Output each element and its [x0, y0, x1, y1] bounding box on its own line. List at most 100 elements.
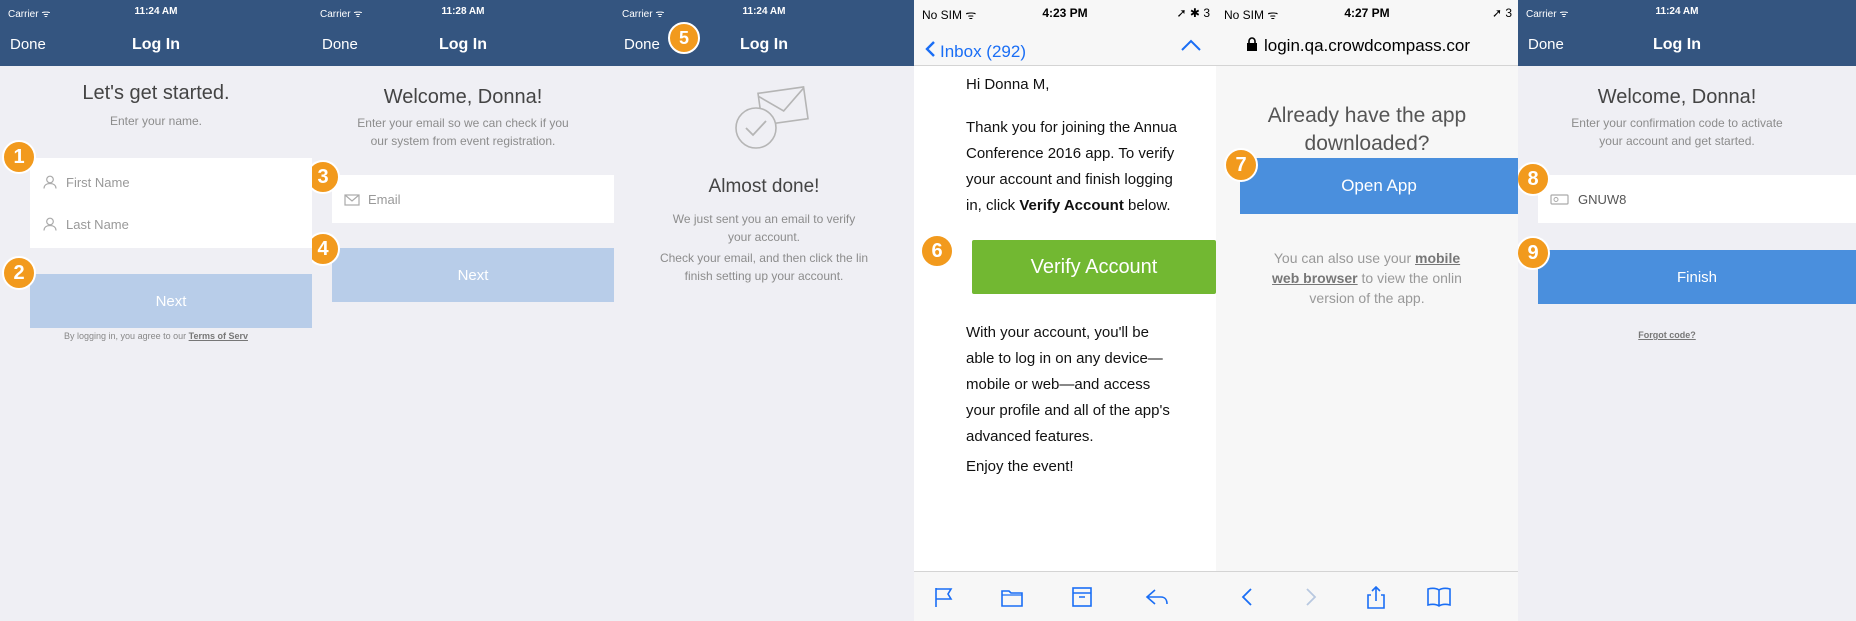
bookmarks-icon[interactable]	[1426, 586, 1451, 608]
step-badge-6: 6	[920, 234, 954, 268]
page-heading: Let's get started.	[82, 82, 230, 104]
mail-line: advanced features.	[966, 428, 1094, 445]
terms-link[interactable]: Terms of Serv	[189, 331, 248, 341]
person-icon	[42, 175, 58, 189]
mail-text: below.	[1123, 197, 1171, 214]
status-bar: Carrier ᯤ 11:24 AM	[0, 6, 312, 20]
app-navigation-bar: Carrier ᯤ 11:28 AM Done Log In	[312, 0, 614, 66]
screen-open-app: No SIM ᯤ 4:27 PM ➚ 3 login.qa.crowdcompa…	[1216, 0, 1518, 621]
nav-title: Log In	[132, 36, 180, 53]
envelope-check-icon	[732, 84, 812, 154]
browser-text: to view the onlin	[1357, 270, 1462, 286]
envelope-icon	[344, 192, 360, 206]
message-line4: finish setting up your account.	[684, 269, 844, 283]
browser-text: You can also use your	[1273, 250, 1415, 266]
chevron-up-icon[interactable]	[1180, 36, 1202, 57]
mobile-web-link[interactable]: web browser	[1272, 270, 1358, 286]
nav-title: Log In	[1653, 36, 1701, 53]
status-bar: Carrier ᯤ 11:24 AM	[614, 6, 914, 20]
flag-icon[interactable]	[932, 586, 956, 608]
browser-text-line2: web browser to view the onlin	[1216, 268, 1518, 288]
screen-confirmation-code: Carrier ᯤ 11:24 AM Done Log In Welcome, …	[1518, 0, 1856, 621]
folder-icon[interactable]	[1000, 586, 1024, 608]
step-badge-7: 7	[1224, 148, 1258, 182]
app-navigation-bar: Carrier ᯤ 11:24 AM Done Log In	[614, 0, 914, 66]
step-badge-1: 1	[2, 140, 36, 174]
inbox-back-button[interactable]: Inbox (292)	[924, 40, 1026, 63]
mail-paragraph-1: Thank you for joining the Annua Conferen…	[966, 115, 1216, 219]
ticket-icon	[1550, 192, 1570, 206]
share-icon[interactable]	[1364, 585, 1388, 609]
mail-text: in, click	[966, 197, 1020, 214]
mail-paragraph-2: With your account, you'll be able to log…	[966, 320, 1216, 450]
mail-line: in, click Verify Account below.	[966, 193, 1216, 219]
confirmation-code-value: GNUW8	[1578, 191, 1627, 207]
url-text: login.qa.crowdcompass.cor	[1264, 36, 1470, 55]
status-time: 11:24 AM	[1655, 6, 1699, 17]
back-icon[interactable]	[1236, 586, 1260, 608]
nav-title: Log In	[439, 36, 487, 53]
page-heading: Welcome, Donna!	[383, 86, 543, 108]
status-time: 11:24 AM	[742, 6, 786, 17]
next-button[interactable]: Next	[30, 274, 312, 328]
forgot-code-wrapper: Forgot code?	[1518, 330, 1836, 340]
status-bar: Carrier ᯤ 11:24 AM	[1518, 6, 1856, 20]
browser-text-line3: version of the app.	[1309, 290, 1425, 306]
status-time: 4:27 PM	[1344, 6, 1390, 20]
mail-bold-text: Verify Account	[1019, 197, 1124, 214]
next-button[interactable]: Next	[332, 248, 614, 302]
page-subtitle-line1: Enter your email so we can check if you	[357, 116, 569, 130]
status-time: 11:24 AM	[134, 6, 178, 17]
screen-enter-name: Carrier ᯤ 11:24 AM Done Log In Let's get…	[0, 0, 312, 621]
reply-icon[interactable]	[1144, 586, 1168, 608]
mail-closing: Enjoy the event!	[966, 458, 1074, 475]
lock-icon	[1246, 36, 1258, 56]
status-indicators: ➚ ✱ 3	[1176, 6, 1210, 20]
step-badge-2: 2	[2, 256, 36, 290]
legal-text: By logging in, you agree to our Terms of…	[0, 331, 312, 341]
page-subtitle-line2: your account and get started.	[1599, 134, 1755, 148]
app-navigation-bar: Carrier ᯤ 11:24 AM Done Log In	[1518, 0, 1856, 66]
email-field[interactable]: Email	[332, 175, 614, 223]
person-icon	[42, 217, 58, 231]
message-line2: your account.	[727, 230, 801, 244]
verify-account-button[interactable]: Verify Account	[972, 240, 1216, 294]
screen-enter-email: Carrier ᯤ 11:28 AM Done Log In Welcome, …	[312, 0, 614, 621]
mail-line: your account and finish logging	[966, 171, 1173, 188]
mail-line: able to log in on any device—	[966, 350, 1163, 367]
screen-mail-verify: No SIM ᯤ 4:23 PM ➚ ✱ 3 Inbox (292) Hi Do…	[914, 0, 1216, 621]
page-subtitle-line2: our system from event registration.	[370, 134, 556, 148]
screen-almost-done: Carrier ᯤ 11:24 AM Done Log In 5 Almost …	[614, 0, 914, 621]
first-name-field[interactable]: First Name	[30, 158, 312, 206]
mail-line: With your account, you'll be	[966, 324, 1149, 341]
app-navigation-bar: Carrier ᯤ 11:24 AM Done Log In	[0, 0, 312, 66]
legal-prefix: By logging in, you agree to our	[64, 331, 189, 341]
status-bar: Carrier ᯤ 11:28 AM	[312, 6, 614, 20]
mail-greeting: Hi Donna M,	[966, 76, 1050, 93]
forward-icon[interactable]	[1298, 586, 1322, 608]
nav-title: Log In	[740, 36, 788, 53]
confirmation-code-field[interactable]: GNUW8	[1538, 175, 1856, 223]
last-name-field[interactable]: Last Name	[30, 200, 312, 248]
page-subtitle-line1: Enter your confirmation code to activate	[1571, 116, 1783, 130]
email-placeholder: Email	[368, 191, 401, 207]
forgot-code-link[interactable]: Forgot code?	[1638, 330, 1696, 340]
last-name-placeholder: Last Name	[66, 216, 129, 232]
address-bar[interactable]: login.qa.crowdcompass.cor	[1246, 36, 1470, 56]
mail-line: mobile or web—and access	[966, 376, 1151, 393]
mobile-web-link[interactable]: mobile	[1415, 250, 1460, 266]
status-time: 4:23 PM	[1042, 6, 1088, 20]
mail-line: your profile and all of the app's	[966, 402, 1170, 419]
open-app-button[interactable]: Open App	[1240, 158, 1518, 214]
status-indicators: ➚ 3	[1491, 6, 1512, 20]
step-badge-5: 5	[668, 22, 700, 54]
finish-button[interactable]: Finish	[1538, 250, 1856, 304]
browser-text-line1: You can also use your mobile	[1216, 248, 1518, 268]
archive-icon[interactable]	[1070, 586, 1094, 608]
message-line1: We just sent you an email to verify	[672, 212, 856, 226]
page-heading: Welcome, Donna!	[1597, 86, 1757, 108]
browser-header: No SIM ᯤ 4:27 PM ➚ 3 login.qa.crowdcompa…	[1216, 0, 1518, 66]
inbox-label: Inbox (292)	[940, 41, 1026, 61]
browser-toolbar	[1216, 571, 1518, 621]
mail-header: No SIM ᯤ 4:23 PM ➚ ✱ 3 Inbox (292)	[914, 0, 1216, 66]
